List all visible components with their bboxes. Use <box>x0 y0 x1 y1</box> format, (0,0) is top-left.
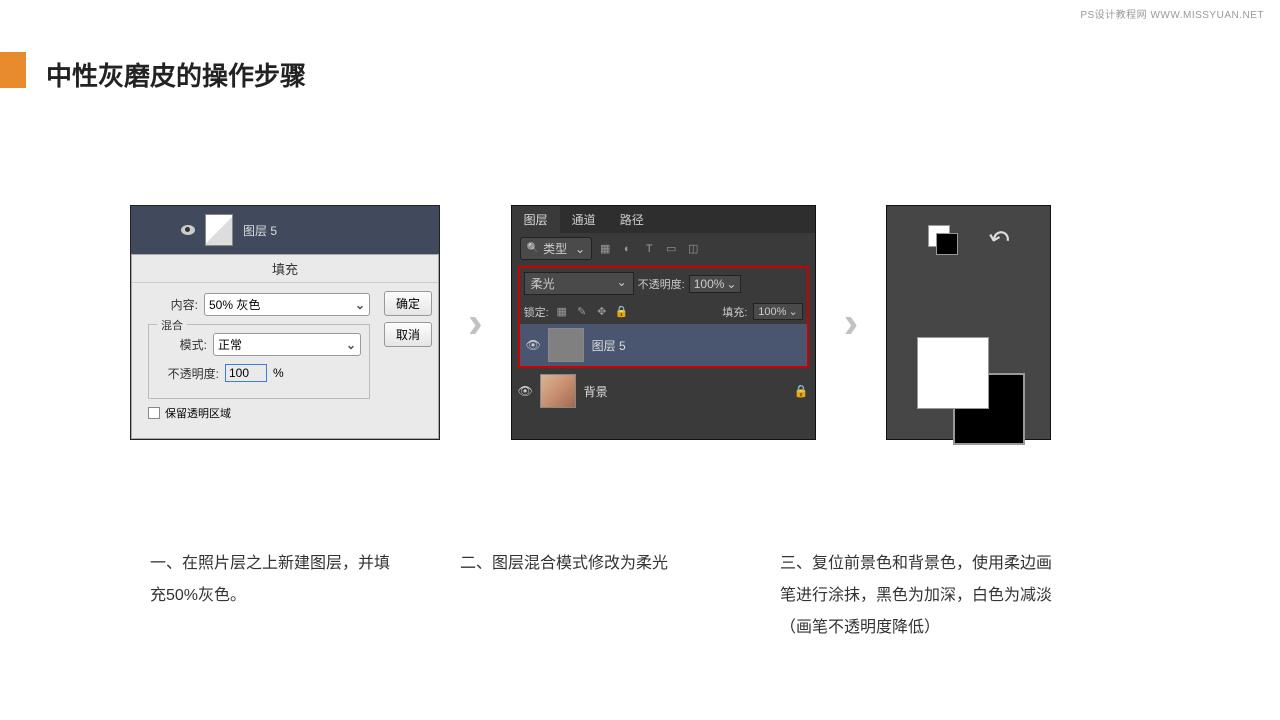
blend-mode-select[interactable]: 柔光 <box>524 272 634 295</box>
lock-label: 锁定: <box>524 304 549 320</box>
layer-strip: 图层 5 <box>131 206 439 254</box>
checkbox-icon[interactable] <box>148 407 160 419</box>
page-title: 中性灰磨皮的操作步骤 <box>46 56 306 93</box>
layer-thumbnail-gray[interactable] <box>548 328 584 362</box>
caption-1: 一、在照片层之上新建图层，并填充50%灰色。 <box>150 548 390 644</box>
layer-thumbnail-photo[interactable] <box>540 374 576 408</box>
layer-row-selected[interactable]: 👁 图层 5 <box>520 324 807 366</box>
layer-name: 图层 5 <box>592 337 626 354</box>
caption-2: 二、图层混合模式修改为柔光 <box>460 548 710 644</box>
foreground-background-swatch[interactable] <box>917 337 989 409</box>
filter-adjust-icon[interactable]: ◐ <box>620 242 634 256</box>
tab-layers[interactable]: 图层 <box>512 206 560 233</box>
captions: 一、在照片层之上新建图层，并填充50%灰色。 二、图层混合模式修改为柔光 三、复… <box>150 548 1060 644</box>
opacity-label: 不透明度: <box>638 276 685 292</box>
blend-legend: 混合 <box>157 317 187 333</box>
fill-label: 填充: <box>722 304 747 320</box>
filter-type-icon[interactable]: T <box>642 242 656 256</box>
watermark: PS设计教程网 WWW.MISSYUAN.NET <box>1080 6 1264 21</box>
layer-thumbnail[interactable] <box>205 214 233 246</box>
mode-select[interactable]: 正常 <box>213 333 361 356</box>
accent-bar <box>0 52 26 88</box>
eye-icon[interactable] <box>181 225 195 235</box>
chevron-right-icon: › <box>468 298 483 348</box>
tab-paths[interactable]: 路径 <box>608 206 656 233</box>
fill-value[interactable]: 100% <box>753 303 802 320</box>
content-select[interactable]: 50% 灰色 <box>204 293 370 316</box>
ok-button[interactable]: 确定 <box>384 291 432 316</box>
filter-kind-select[interactable]: 类型 <box>520 237 593 260</box>
lock-paint-icon[interactable]: ✎ <box>575 305 589 319</box>
eye-icon[interactable]: 👁 <box>518 384 532 398</box>
eye-icon[interactable]: 👁 <box>526 338 540 352</box>
lock-move-icon[interactable]: ✥ <box>595 305 609 319</box>
tab-channels[interactable]: 通道 <box>560 206 608 233</box>
preserve-checkbox-row[interactable]: 保留透明区域 <box>148 405 370 421</box>
filter-pixel-icon[interactable]: ▦ <box>598 242 612 256</box>
panel-tabs: 图层 通道 路径 <box>512 206 815 233</box>
opacity-label: 不透明度: <box>157 365 219 382</box>
opacity-value[interactable]: 100% <box>689 275 742 293</box>
preserve-label: 保留透明区域 <box>165 405 231 421</box>
mode-label: 模式: <box>157 336 207 353</box>
foreground-white[interactable] <box>917 337 989 409</box>
layers-panel: 图层 通道 路径 类型 ▦ ◐ T ▭ ◫ 柔光 不透明度: 100% 锁定: <box>511 205 816 440</box>
swap-colors-icon[interactable]: ↶ <box>984 222 1013 258</box>
opacity-input[interactable]: 100 <box>225 364 267 382</box>
dialog-title: 填充 <box>132 255 438 283</box>
color-swatch-panel: ↶ <box>886 205 1051 440</box>
lock-transparent-icon[interactable]: ▦ <box>555 305 569 319</box>
opacity-unit: % <box>273 366 284 380</box>
highlight-box: 柔光 不透明度: 100% 锁定: ▦ ✎ ✥ 🔒 填充: 100% 👁 图层 … <box>518 266 809 368</box>
lock-icon: 🔒 <box>794 384 809 398</box>
cancel-button[interactable]: 取消 <box>384 322 432 347</box>
lock-all-icon[interactable]: 🔒 <box>615 305 629 319</box>
fill-dialog: 填充 内容: 50% 灰色 混合 模式: 正常 不透明度: <box>131 254 439 439</box>
panels-row: 图层 5 填充 内容: 50% 灰色 混合 模式: 正常 <box>130 205 1051 440</box>
chevron-right-icon: › <box>844 298 859 348</box>
layer-name: 背景 <box>584 383 608 400</box>
default-colors-icon[interactable] <box>928 225 958 255</box>
filter-smart-icon[interactable]: ◫ <box>686 242 700 256</box>
layer-name: 图层 5 <box>243 222 277 239</box>
fill-dialog-panel: 图层 5 填充 内容: 50% 灰色 混合 模式: 正常 <box>130 205 440 440</box>
layer-row-background[interactable]: 👁 背景 🔒 <box>512 370 815 412</box>
content-label: 内容: <box>148 296 198 313</box>
filter-shape-icon[interactable]: ▭ <box>664 242 678 256</box>
caption-3: 三、复位前景色和背景色，使用柔边画笔进行涂抹，黑色为加深，白色为减淡（画笔不透明… <box>780 548 1060 644</box>
